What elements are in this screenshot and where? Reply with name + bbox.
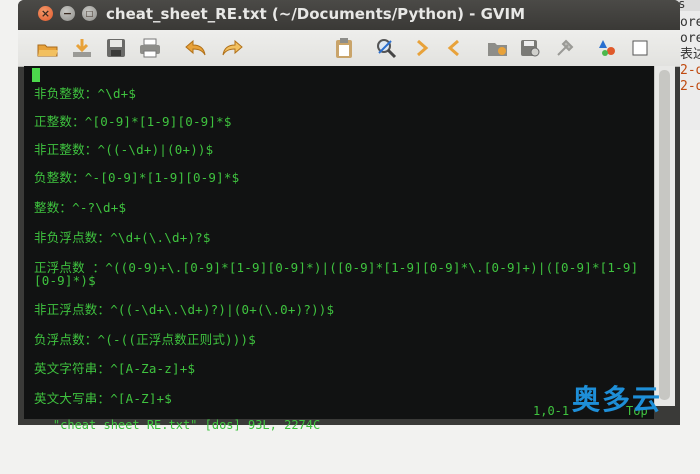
- background-line: 2-d: [680, 79, 700, 94]
- cursor-position: 1,0-1: [533, 404, 570, 418]
- tags-icon: [599, 40, 615, 56]
- editor-line: 负整数：^-[0-9]*[1-9][0-9]*$: [34, 170, 240, 185]
- load-session-icon: [488, 43, 507, 56]
- save-session-button[interactable]: [518, 36, 542, 60]
- editor-line: 英文字符串：^[A-Za-z]+$: [34, 361, 196, 376]
- find-previous-button[interactable]: [442, 36, 466, 60]
- watermark-logo: 奥多云: [572, 383, 663, 416]
- editor-line: 非负浮点数：^\d+(\.\d+)?$: [34, 230, 211, 245]
- editor-line-wrapped: [0-9]*)$: [34, 273, 96, 288]
- open-button[interactable]: [36, 36, 60, 60]
- file-info: "cheat sheet RE.txt" [dos] 93L, 2274C: [52, 418, 321, 432]
- find-replace-button[interactable]: [374, 36, 398, 60]
- minimize-icon: −: [62, 7, 73, 20]
- scrollbar-thumb[interactable]: [659, 70, 670, 400]
- back-arrow-icon: [447, 39, 459, 57]
- undo-icon: [185, 39, 206, 56]
- paste-icon: [336, 38, 352, 58]
- maximize-icon: □: [85, 9, 94, 18]
- redo-button[interactable]: [220, 36, 244, 60]
- editor-line: 正整数：^[0-9]*[1-9][0-9]*$: [34, 114, 232, 129]
- save-session-icon: [521, 40, 540, 57]
- save-download-icon: [73, 39, 91, 57]
- editor-line: 非负整数：^\d+$: [34, 86, 137, 101]
- editor-line: 正浮点数 ：^((0-9)+\.[0-9]*[1-9][0-9]*)|([0-9…: [34, 260, 639, 275]
- forward-arrow-icon: [417, 39, 429, 57]
- paste-button[interactable]: [332, 36, 356, 60]
- editor-line: 非正整数：^((-\d+)|(0+))$: [34, 142, 214, 157]
- text-editor-area[interactable]: 非负整数：^\d+$ 正整数：^[0-9]*[1-9][0-9]*$ 非正整数：…: [24, 66, 654, 406]
- editor-line: 非正浮点数：^((-\d+\.\d+)?)|(0+(\.0+)?))$: [34, 302, 335, 317]
- save-icon: [107, 39, 125, 57]
- help-icon: [632, 40, 648, 56]
- close-icon: ×: [40, 7, 51, 20]
- load-session-button[interactable]: [486, 36, 510, 60]
- title-bar[interactable]: × − □ cheat_sheet_RE.txt (~/Documents/Py…: [18, 0, 680, 30]
- status-line: "cheat sheet RE.txt" [dos] 93L, 2274C 1,…: [24, 404, 654, 432]
- print-icon: [140, 38, 160, 58]
- undo-button[interactable]: [184, 36, 208, 60]
- open-icon: [37, 44, 58, 57]
- gvim-window: × − □ cheat_sheet_RE.txt (~/Documents/Py…: [18, 0, 680, 432]
- maximize-window-button[interactable]: □: [82, 6, 97, 21]
- editor-line: 整数：^-?\d+$: [34, 200, 127, 215]
- find-next-button[interactable]: [410, 36, 434, 60]
- tags-button[interactable]: [596, 36, 620, 60]
- print-button[interactable]: [138, 36, 162, 60]
- find-replace-icon: [377, 39, 397, 59]
- save-as-button[interactable]: [70, 36, 94, 60]
- window-title: cheat_sheet_RE.txt (~/Documents/Python) …: [106, 5, 526, 23]
- minimize-window-button[interactable]: −: [60, 6, 75, 21]
- help-button[interactable]: [628, 36, 652, 60]
- close-window-button[interactable]: ×: [38, 6, 53, 21]
- save-button[interactable]: [104, 36, 128, 60]
- text-cursor: [32, 68, 40, 82]
- redo-icon: [222, 39, 243, 56]
- toolbar: [18, 30, 680, 67]
- vertical-scrollbar[interactable]: [654, 66, 675, 406]
- make-icon: [557, 39, 574, 56]
- make-button[interactable]: [554, 36, 578, 60]
- editor-line: 负浮点数：^(-((正浮点数正则式)))$: [34, 332, 256, 347]
